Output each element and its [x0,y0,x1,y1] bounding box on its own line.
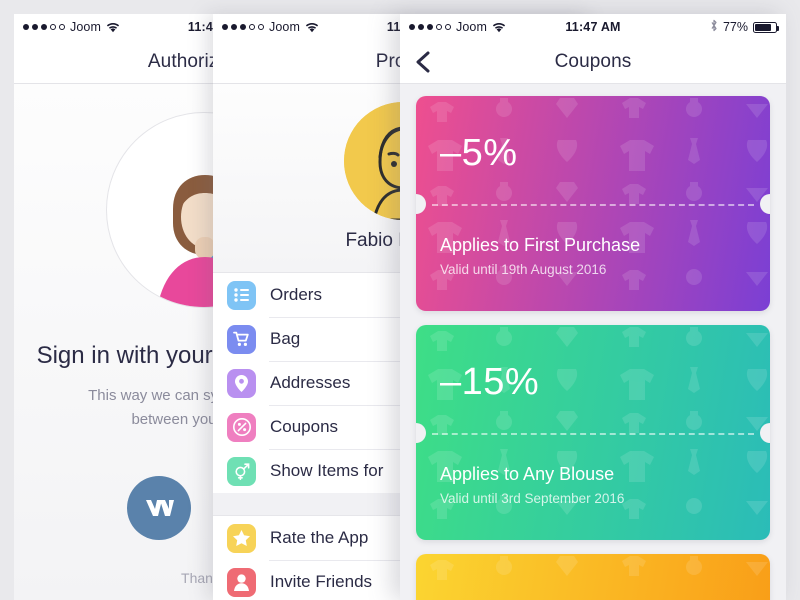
map-pin-icon [227,368,256,398]
status-bar-left: Joom [222,20,319,34]
coupon-validity: Valid until 3rd September 2016 [440,491,625,506]
coupon-validity: Valid until 19th August 2016 [440,262,607,277]
coupon-pattern [430,556,768,580]
menu-item-label: Addresses [270,373,351,392]
coupon-title: Applies to First Purchase [440,235,641,255]
coupon-title: Applies to Any Blouse [440,464,615,484]
percent-icon [227,412,256,442]
page-title: Coupons [554,50,632,72]
carrier-label: Joom [269,20,300,34]
menu-item-label: Bag [270,329,301,348]
menu-item-label: Coupons [270,417,339,436]
coupons-list[interactable]: –5% Applies to First Purchase Valid unti… [400,84,786,600]
list-icon [227,280,256,310]
wifi-icon [305,22,319,33]
status-bar-right: 77% [710,19,779,35]
wifi-icon [106,22,120,33]
coupon-tear-line [432,433,754,435]
person-icon [227,567,256,597]
signal-strength-icon [23,24,65,30]
menu-item-label: Rate the App [270,528,369,547]
star-icon [227,523,256,553]
vk-login-button[interactable] [117,466,201,550]
status-bar-left: Joom [23,20,120,34]
status-bar-left: Joom [409,20,506,34]
wifi-icon [492,22,506,33]
status-bar: Joom 11:47 AM 77% [400,14,786,40]
signal-strength-icon [409,24,451,30]
carrier-label: Joom [70,20,101,34]
coupon-discount: –5% [440,132,518,174]
gender-icon [227,456,256,486]
battery-icon [753,21,779,33]
battery-percent-label: 77% [722,20,748,34]
coupon-card[interactable]: –5% Applies to First Purchase Valid unti… [416,96,770,311]
coupon-card[interactable] [416,554,770,600]
bluetooth-icon [710,19,718,35]
menu-item-label: Orders [270,285,322,304]
menu-item-label: Show Items for [270,461,384,480]
nav-bar: Coupons [400,40,786,84]
shopping-cart-icon [227,324,256,354]
coupon-discount: –15% [440,361,540,403]
screenshot-canvas: Joom 11:47 Authorization Sign in with yo… [0,0,800,600]
screen-coupons: Joom 11:47 AM 77% Coupons –5% Applies to… [400,14,786,600]
menu-item-label: Invite Friends [270,572,373,591]
signal-strength-icon [222,24,264,30]
chevron-left-icon[interactable] [413,50,435,74]
vk-icon [146,500,174,516]
coupon-card[interactable]: –15% Applies to Any Blouse Valid until 3… [416,325,770,540]
carrier-label: Joom [456,20,487,34]
coupon-tear-line [432,204,754,206]
